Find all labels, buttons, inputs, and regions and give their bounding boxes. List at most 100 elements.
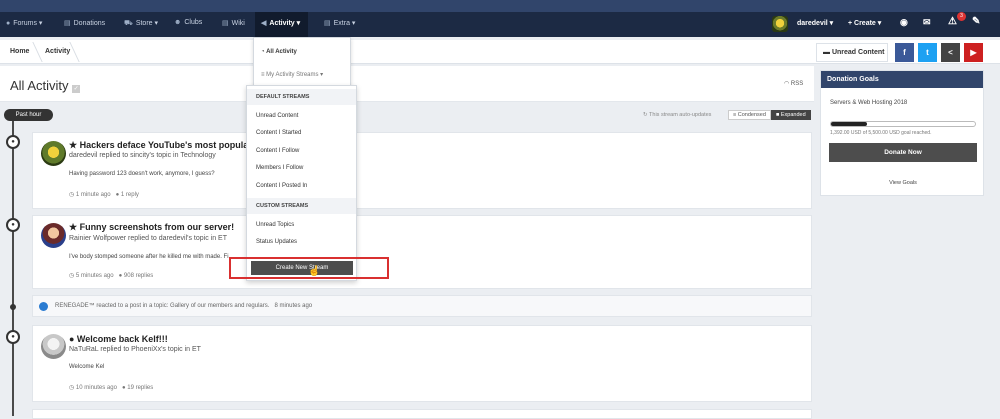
activity-item (32, 409, 812, 419)
avatar[interactable] (41, 334, 66, 359)
activity-subtitle[interactable]: daredevil replied to sincity's topic in … (69, 152, 216, 159)
past-hour-badge: Past hour (4, 109, 53, 121)
stream-content-i-follow[interactable]: Content I Follow (256, 148, 299, 154)
nav-clubs[interactable]: ☻ Clubs (174, 19, 202, 26)
stream-status-updates[interactable]: Status Updates (256, 239, 297, 245)
avatar[interactable] (41, 141, 66, 166)
nav-forums-label: Forums ▾ (13, 20, 43, 27)
activity-replies[interactable]: 1 reply (121, 192, 139, 198)
clock-icon: ◷ (69, 273, 76, 279)
share-button[interactable]: < (941, 43, 960, 62)
activity-meta: ◷ 5 minutes ago ● 908 replies (69, 272, 153, 279)
unread-content-label: Unread Content (831, 49, 885, 56)
stream-unread-content[interactable]: Unread Content (256, 113, 298, 119)
activity-meta: ◷ 1 minute ago ● 1 reply (69, 191, 139, 198)
brush-icon[interactable]: ✎ (972, 16, 980, 27)
notification-count-badge: 3 (957, 12, 966, 21)
stream-content-i-posted-in[interactable]: Content I Posted In (256, 183, 307, 189)
activity-time: 10 minutes ago (75, 385, 117, 391)
activity-title[interactable]: ★ Funny screenshots from our server! (69, 222, 234, 233)
nav-activity[interactable]: ◀ Activity ▾ (255, 12, 309, 37)
comment-icon: ● (6, 330, 20, 344)
avatar[interactable] (41, 223, 66, 248)
rss-label: RSS (790, 81, 804, 87)
nav-wiki-label: Wiki (231, 20, 245, 27)
globe-icon[interactable]: ◉ (900, 17, 908, 28)
reaction-text[interactable]: RENEGADE™ reacted to a post in a topic: … (55, 303, 269, 309)
nav-wiki[interactable]: ▤ Wiki (222, 19, 245, 27)
rss-link[interactable]: ◠ RSS (784, 80, 803, 87)
megaphone-icon: ◀ (261, 20, 267, 27)
activity-time: 5 minutes ago (75, 273, 114, 279)
twitter-share-button[interactable]: t (918, 43, 937, 62)
activity-subtitle[interactable]: Rainier Wolfpower replied to daredevil's… (69, 235, 227, 242)
activity-body: Welcome Kel (69, 364, 105, 370)
activity-replies[interactable]: 19 replies (127, 385, 153, 391)
activity-streams-submenu: DEFAULT STREAMS Unread Content Content I… (246, 85, 357, 281)
create-menu[interactable]: + Create ▾ (848, 19, 881, 27)
comment-icon: ● (6, 218, 20, 232)
activity-title[interactable]: ● Welcome back Kelf!!! (69, 334, 168, 344)
activity-replies[interactable]: 908 replies (124, 273, 153, 279)
document-icon: ▤ (222, 20, 229, 27)
chat-icon: ● (6, 20, 11, 27)
stream-content-i-started[interactable]: Content I Started (256, 130, 301, 136)
timeline-line (12, 115, 14, 416)
nav-extra-label: Extra ▾ (333, 20, 356, 27)
page-header (0, 66, 814, 102)
clock-icon: ◷ (69, 385, 76, 391)
menu-all-activity-label: All Activity (266, 49, 297, 55)
nav-store[interactable]: ⛟ Store ▾ (124, 19, 158, 28)
facebook-share-button[interactable]: f (895, 43, 914, 62)
menu-my-streams-label: My Activity Streams (266, 72, 319, 78)
custom-streams-header: CUSTOM STREAMS (247, 198, 356, 214)
goal-progress-fill (831, 122, 867, 126)
condensed-view-button[interactable]: ≡ Condensed (728, 110, 771, 120)
nav-donations[interactable]: ▤ Donations (64, 19, 105, 27)
cart-icon: ⛟ (124, 20, 133, 27)
check-icon[interactable]: ✓ (72, 85, 81, 93)
youtube-button[interactable]: ▶ (964, 43, 983, 62)
expanded-view-button[interactable]: ■ Expanded (771, 110, 811, 120)
user-menu[interactable]: daredevil ▾ (797, 19, 833, 27)
inbox-icon: ▬ (823, 49, 832, 56)
goal-progress-bar (830, 121, 976, 127)
activity-subtitle[interactable]: NaTuRaL replied to PhoeniXx's topic in E… (69, 346, 201, 353)
donate-now-button[interactable]: Donate Now (829, 143, 977, 162)
comment-icon: ● (6, 135, 20, 149)
nav-donations-label: Donations (73, 20, 106, 27)
widget-title: Donation Goals (821, 71, 983, 88)
main-navigation: ● Forums ▾ ▤ Donations ⛟ Store ▾ ☻ Clubs ▤ Wi… (0, 12, 1000, 37)
auto-update-label: This stream auto-updates (649, 112, 712, 118)
activity-body: I've body stomped someone after he kille… (69, 254, 229, 260)
goal-name: Servers & Web Hosting 2018 (830, 100, 908, 106)
view-goals-link[interactable]: View Goals (821, 180, 985, 186)
nav-forums[interactable]: ● Forums ▾ (6, 19, 42, 27)
activity-meta: ◷ 10 minutes ago ● 19 replies (69, 384, 153, 391)
page-title-text: All Activity (10, 78, 69, 93)
menu-all-activity[interactable]: ◔ All Activity (261, 49, 297, 55)
menu-my-activity-streams[interactable]: ≡ My Activity Streams ▾ (261, 71, 323, 78)
like-icon (39, 302, 48, 311)
activity-menu: ◔ All Activity ≡ My Activity Streams ▾ (253, 37, 351, 87)
group-icon: ☻ (174, 19, 182, 26)
nav-activity-label: Activity ▾ (269, 20, 301, 27)
notifications-icon[interactable]: ⚠ (948, 16, 957, 27)
rss-icon: ◠ (784, 81, 791, 87)
expanded-label: Expanded (780, 112, 806, 118)
default-streams-header: DEFAULT STREAMS (247, 89, 356, 105)
user-avatar[interactable] (772, 16, 788, 32)
stream-members-i-follow[interactable]: Members I Follow (256, 165, 303, 171)
page-title: All Activity ✓ (10, 78, 81, 93)
donation-goals-widget: Donation Goals Servers & Web Hosting 201… (820, 70, 984, 196)
messages-icon[interactable]: ✉ (923, 17, 931, 28)
activity-title[interactable]: ★ Hackers deface YouTube's most popular (69, 140, 252, 151)
goal-progress-text: 1,392.00 USD of 5,500.00 USD goal reache… (830, 130, 932, 136)
auto-update-notice: ↻ This stream auto-updates (643, 112, 711, 118)
nav-extra[interactable]: ▤ Extra ▾ (324, 19, 355, 27)
clock-icon: ◷ (69, 192, 76, 198)
unread-content-button[interactable]: ▬ Unread Content (816, 43, 888, 62)
stream-unread-topics[interactable]: Unread Topics (256, 222, 294, 228)
condensed-label: Condensed (737, 112, 766, 118)
reaction-item: RENEGADE™ reacted to a post in a topic: … (32, 295, 812, 317)
